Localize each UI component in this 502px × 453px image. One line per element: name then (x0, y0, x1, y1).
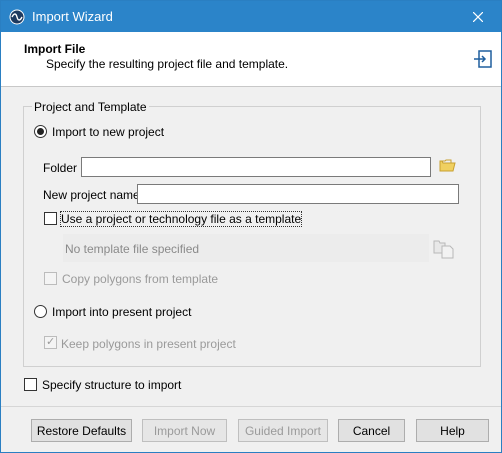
page-title: Import File (24, 42, 86, 56)
keep-polygons-checkbox: ✓ (44, 336, 57, 349)
specify-structure-label[interactable]: Specify structure to import (42, 378, 181, 392)
window-title: Import Wizard (32, 9, 113, 24)
page-subtitle: Specify the resulting project file and t… (46, 57, 289, 71)
import-present-label[interactable]: Import into present project (52, 305, 191, 319)
help-button[interactable]: Help (416, 419, 489, 442)
wizard-header: Import File Specify the resulting projec… (1, 32, 501, 87)
template-browse-icon (433, 240, 454, 259)
copy-polygons-checkbox (44, 272, 57, 285)
folder-label: Folder (43, 161, 78, 175)
folder-browse-icon[interactable] (439, 158, 456, 172)
close-button[interactable] (455, 1, 501, 32)
new-project-name-input[interactable] (137, 184, 459, 204)
close-icon (473, 11, 483, 22)
import-new-label[interactable]: Import to new project (52, 125, 164, 139)
footer-separator (1, 406, 501, 407)
app-wave-icon (9, 9, 25, 25)
import-icon (474, 50, 492, 68)
new-project-name-label: New project name (43, 188, 140, 202)
use-template-label[interactable]: Use a project or technology file as a te… (59, 211, 303, 227)
template-file-placeholder: No template file specified (65, 242, 200, 256)
restore-defaults-button[interactable]: Restore Defaults (31, 419, 132, 442)
checkmark-icon: ✓ (46, 336, 56, 348)
guided-import-button[interactable]: Guided Import (238, 419, 328, 442)
import-present-radio[interactable] (34, 305, 47, 318)
import-new-radio[interactable] (34, 125, 47, 138)
specify-structure-checkbox[interactable] (24, 378, 37, 391)
copy-polygons-label: Copy polygons from template (62, 272, 219, 286)
keep-polygons-label: Keep polygons in present project (61, 337, 236, 351)
group-legend: Project and Template (32, 100, 149, 114)
title-bar[interactable]: Import Wizard (1, 1, 501, 32)
template-file-field: No template file specified (63, 234, 429, 262)
import-now-button[interactable]: Import Now (142, 419, 227, 442)
cancel-button[interactable]: Cancel (338, 419, 405, 442)
folder-input[interactable] (81, 157, 431, 177)
import-wizard-window: Import Wizard Import File Specify the re… (0, 0, 502, 453)
use-template-checkbox[interactable] (44, 212, 57, 225)
